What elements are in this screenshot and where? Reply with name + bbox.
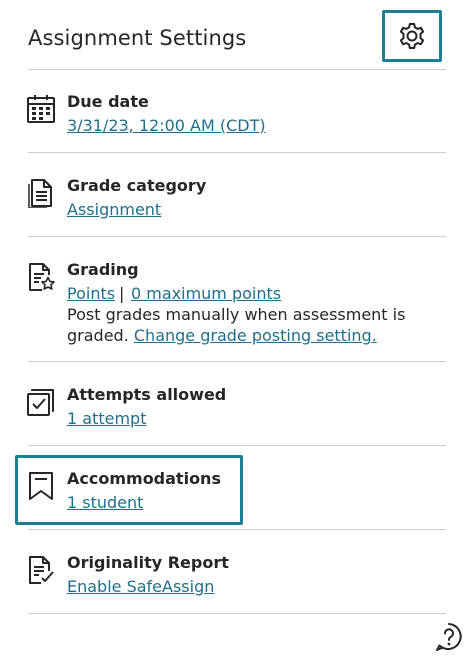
due-date-link[interactable]: 3/31/23, 12:00 AM (CDT) bbox=[67, 116, 266, 135]
attempts-section: Attempts allowed 1 attempt bbox=[0, 377, 474, 447]
divider bbox=[28, 236, 446, 237]
grading-label: Grading bbox=[67, 260, 139, 279]
originality-section: Originality Report Enable SafeAssign bbox=[0, 545, 474, 615]
due-date-section: Due date 3/31/23, 12:00 AM (CDT) bbox=[0, 84, 474, 154]
gear-icon bbox=[397, 21, 427, 51]
accommodations-section: Accommodations 1 student bbox=[0, 461, 474, 531]
attempts-link[interactable]: 1 attempt bbox=[67, 409, 146, 428]
grade-category-label: Grade category bbox=[67, 176, 207, 195]
grading-separator: | bbox=[119, 284, 125, 303]
grade-posting-description: Post grades manually when assessment is … bbox=[67, 304, 407, 346]
checklist-document-icon bbox=[26, 555, 56, 585]
grading-star-icon bbox=[26, 262, 56, 292]
divider bbox=[28, 529, 446, 530]
bookmark-icon bbox=[26, 471, 56, 501]
divider bbox=[28, 361, 446, 362]
grade-category-section: Grade category Assignment bbox=[0, 168, 474, 238]
change-grade-posting-link[interactable]: Change grade posting setting. bbox=[134, 326, 377, 345]
max-points-link[interactable]: 0 maximum points bbox=[131, 284, 281, 303]
attempts-checkbox-icon bbox=[26, 387, 56, 417]
originality-label: Originality Report bbox=[67, 553, 229, 572]
attempts-label: Attempts allowed bbox=[67, 385, 227, 404]
grade-category-link[interactable]: Assignment bbox=[67, 200, 161, 219]
enable-safeassign-link[interactable]: Enable SafeAssign bbox=[67, 577, 214, 596]
settings-button[interactable] bbox=[382, 10, 442, 62]
help-icon[interactable] bbox=[434, 622, 464, 652]
calendar-icon bbox=[26, 94, 56, 124]
accommodations-link[interactable]: 1 student bbox=[67, 493, 143, 512]
settings-header: Assignment Settings bbox=[0, 0, 474, 72]
due-date-label: Due date bbox=[67, 92, 149, 111]
grading-section: Grading Points | 0 maximum points Post g… bbox=[0, 252, 474, 362]
divider bbox=[28, 445, 446, 446]
divider bbox=[28, 613, 446, 614]
document-icon bbox=[26, 178, 56, 208]
divider bbox=[28, 69, 446, 70]
divider bbox=[28, 152, 446, 153]
page-title: Assignment Settings bbox=[28, 26, 247, 50]
grading-scheme-link[interactable]: Points bbox=[67, 284, 115, 303]
accommodations-label: Accommodations bbox=[67, 469, 221, 488]
